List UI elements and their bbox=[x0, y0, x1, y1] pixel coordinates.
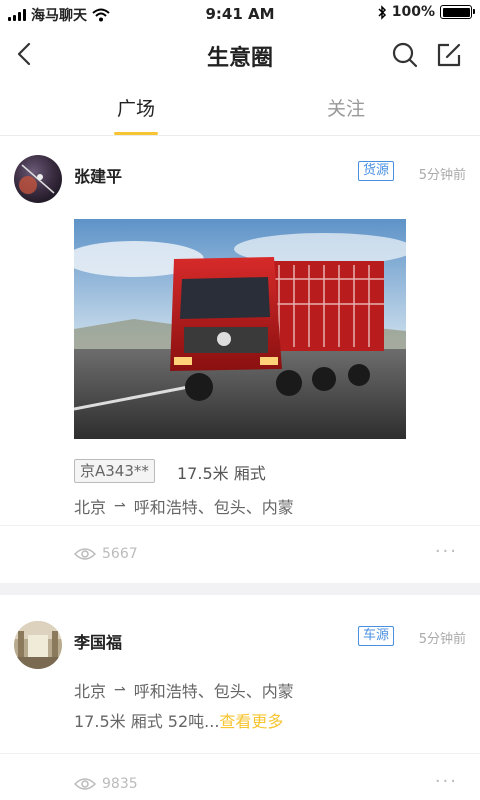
license-plate: 京A343** bbox=[74, 459, 155, 483]
status-right: 100% bbox=[377, 4, 475, 20]
active-tab-indicator bbox=[114, 132, 158, 135]
compose-icon bbox=[437, 43, 461, 67]
tab-bar: 广场 关注 bbox=[0, 88, 480, 136]
truck-specs: 17.5米 厢式 bbox=[177, 464, 266, 483]
route-to: 呼和浩特、包头、内蒙 bbox=[133, 682, 294, 701]
eye-icon bbox=[74, 778, 96, 790]
nav-bar: 生意圈 bbox=[0, 28, 480, 80]
battery-percent: 100% bbox=[391, 4, 435, 20]
post-time: 5分钟前 bbox=[418, 632, 466, 647]
post-photo[interactable] bbox=[74, 219, 406, 439]
view-count: 5667 bbox=[74, 546, 138, 562]
description-text: 17.5米 厢式 52吨... bbox=[74, 712, 220, 731]
post-description: 17.5米 厢式 52吨...查看更多 bbox=[74, 708, 283, 732]
post-type-tag: 车源 bbox=[358, 626, 395, 646]
more-icon: ··· bbox=[434, 541, 458, 562]
search-icon bbox=[392, 42, 418, 68]
view-count-value: 9835 bbox=[102, 776, 138, 792]
arrow-right-icon: ⇀ bbox=[114, 498, 126, 514]
route-from: 北京 bbox=[74, 682, 107, 701]
post-time: 5分钟前 bbox=[418, 168, 466, 183]
route-to: 呼和浩特、包头、内蒙 bbox=[133, 498, 294, 517]
section-divider bbox=[0, 583, 480, 595]
compose-button[interactable] bbox=[434, 40, 464, 70]
status-bar: 海马聊天 9:41 AM 100% bbox=[0, 0, 480, 28]
route-from: 北京 bbox=[74, 498, 107, 517]
more-options-button[interactable]: ··· bbox=[435, 771, 458, 792]
tab-square[interactable]: 广场 bbox=[86, 94, 186, 121]
view-count: 9835 bbox=[74, 776, 138, 792]
bluetooth-icon bbox=[378, 4, 386, 20]
battery-icon bbox=[440, 5, 475, 19]
tab-follow[interactable]: 关注 bbox=[296, 94, 396, 121]
eye-icon bbox=[74, 548, 96, 560]
arrow-right-icon: ⇀ bbox=[114, 682, 126, 698]
author-name[interactable]: 李国福 bbox=[74, 629, 122, 653]
post-type-tag: 货源 bbox=[358, 161, 395, 181]
route: 北京 ⇀ 呼和浩特、包头、内蒙 bbox=[74, 678, 294, 702]
see-more-link[interactable]: 查看更多 bbox=[219, 712, 283, 731]
view-count-value: 5667 bbox=[102, 546, 138, 562]
divider bbox=[0, 753, 480, 754]
more-icon: ··· bbox=[434, 771, 458, 792]
feed-post[interactable]: 张建平 货源 5分钟前 京A343** 17.5米 厢式 北京 ⇀ 呼和浩特、包… bbox=[0, 137, 480, 583]
divider bbox=[0, 525, 480, 526]
avatar[interactable] bbox=[14, 155, 62, 203]
route: 北京 ⇀ 呼和浩特、包头、内蒙 bbox=[74, 494, 294, 518]
author-name[interactable]: 张建平 bbox=[74, 163, 122, 187]
search-button[interactable] bbox=[390, 40, 420, 70]
feed-post[interactable]: 李国福 车源 5分钟前 北京 ⇀ 呼和浩特、包头、内蒙 17.5米 厢式 52吨… bbox=[0, 595, 480, 800]
avatar[interactable] bbox=[14, 621, 62, 669]
more-options-button[interactable]: ··· bbox=[435, 541, 458, 562]
